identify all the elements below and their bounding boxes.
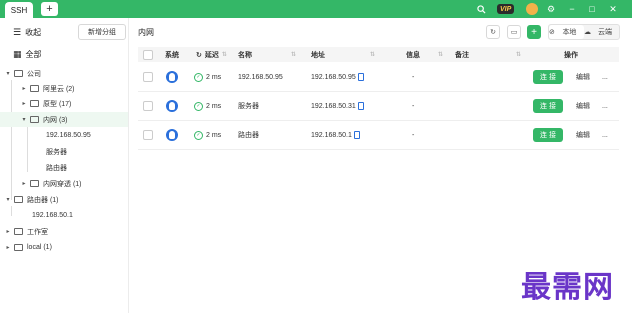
row-checkbox[interactable] [143, 101, 153, 111]
sort-icon[interactable]: ⇅ [513, 47, 521, 62]
col-actions: 操作 [564, 51, 578, 59]
more-menu[interactable]: ... [602, 63, 608, 91]
row-checkbox[interactable] [143, 72, 153, 82]
col-latency[interactable]: ↻ 延迟 ⇅ [196, 47, 227, 62]
table-row[interactable]: ✓ 2 ms 路由器 192.168.50.1 - 连 接 编辑 ... [138, 121, 619, 150]
host-name: 路由器 [238, 132, 259, 139]
check-circle-icon: ✓ [194, 101, 203, 111]
tree-host-item[interactable]: 192.168.50.1 [0, 208, 128, 223]
edit-link[interactable]: 编辑 [576, 92, 590, 120]
more-menu[interactable]: ... [602, 121, 608, 149]
host-name: 服务器 [238, 103, 259, 110]
col-note: 备注 [455, 51, 469, 59]
col-system: 系统 [165, 51, 179, 59]
tree-host-item[interactable]: 路由器 [0, 160, 128, 175]
tree-item-local[interactable]: ▸ local (1) [0, 240, 128, 255]
copy-icon[interactable] [357, 73, 364, 81]
sort-icon: ⇅ [221, 52, 227, 58]
connect-button[interactable]: 连 接 [533, 128, 563, 142]
table-row[interactable]: ✓ 2 ms 服务器 192.168.50.31 - 连 接 编辑 ... [138, 92, 619, 121]
search-icon[interactable] [475, 2, 487, 16]
tree-item-studio[interactable]: ▸ 工作室 [0, 224, 128, 239]
folder-icon [14, 70, 23, 77]
tree-item-company[interactable]: ▾ 公司 [0, 66, 128, 81]
tree-item-intranet[interactable]: ▾ 内网 (3) [0, 112, 128, 127]
refresh-icon: ↻ [196, 51, 202, 59]
select-all-checkbox[interactable] [143, 47, 153, 62]
table-header: 系统 ↻ 延迟 ⇅ 名称 ⇅ 地址 ⇅ 信息 ⇅ 备注 ⇅ 操作 [138, 47, 619, 62]
connect-button[interactable]: 连 接 [533, 70, 563, 84]
avatar[interactable] [526, 3, 538, 15]
watermark: 最需网 [521, 270, 614, 305]
folder-icon [30, 100, 39, 107]
collapse-label: 收起 [25, 28, 42, 37]
breadcrumb: 内网 [138, 28, 154, 37]
local-view-tab[interactable]: ⊘ 本地 [549, 25, 584, 39]
tree-item-router-group[interactable]: ▾ 路由器 (1) [0, 192, 128, 207]
minimize-button[interactable]: − [566, 2, 578, 16]
tree-item-aliyun[interactable]: ▸ 阿里云 (2) [0, 81, 128, 96]
folder-icon [30, 85, 39, 92]
list-icon: ☰ [13, 27, 22, 37]
folder-icon [30, 180, 39, 187]
linux-os-icon [166, 129, 178, 141]
new-group-button[interactable]: 新增分组 [78, 24, 126, 40]
linux-os-icon [166, 71, 178, 83]
sort-icon[interactable]: ⇅ [288, 47, 296, 62]
host-name: 192.168.50.95 [238, 73, 283, 81]
vip-badge[interactable]: VIP [497, 4, 515, 14]
check-circle-icon: ✓ [194, 72, 203, 82]
copy-icon[interactable] [353, 131, 360, 139]
copy-icon[interactable] [357, 102, 364, 110]
sort-icon[interactable]: ⇅ [367, 47, 375, 62]
folder-icon [14, 196, 23, 203]
more-menu[interactable]: ... [602, 92, 608, 120]
folder-icon [30, 116, 39, 123]
gear-icon[interactable]: ⚙ [545, 2, 557, 16]
collapse-toggle[interactable]: ☰ 收起 [13, 27, 41, 38]
all-hosts-item[interactable]: ▦ 全部 [13, 49, 42, 60]
folder-icon [14, 244, 23, 251]
view-toggle: ⊘ 本地 ☁ 云端 [548, 24, 620, 40]
close-button[interactable]: ✕ [607, 2, 619, 16]
terminal-icon[interactable]: ▭ [507, 25, 521, 39]
folder-icon [14, 228, 23, 235]
edit-link[interactable]: 编辑 [576, 121, 590, 149]
table-row[interactable]: ✓ 2 ms 192.168.50.95 192.168.50.95 - 连 接 … [138, 63, 619, 92]
linux-os-icon [166, 100, 178, 112]
check-circle-icon: ✓ [194, 130, 203, 140]
col-info: 信息 [406, 51, 420, 59]
grid-icon: ▦ [13, 49, 22, 59]
cloud-view-tab[interactable]: ☁ 云端 [584, 25, 619, 39]
add-tab-button[interactable]: + [41, 2, 58, 16]
maximize-button[interactable]: □ [586, 2, 598, 16]
sort-icon[interactable]: ⇅ [435, 47, 443, 62]
tab-ssh[interactable]: SSH [5, 2, 33, 18]
refresh-icon[interactable]: ↻ [486, 25, 500, 39]
col-address: 地址 [311, 51, 325, 59]
tree-host-item[interactable]: 服务器 [0, 144, 128, 159]
row-checkbox[interactable] [143, 130, 153, 140]
title-bar: SSH + VIP ⚙ − □ ✕ [0, 0, 632, 18]
all-label: 全部 [25, 50, 42, 59]
edit-link[interactable]: 编辑 [576, 63, 590, 91]
connect-button[interactable]: 连 接 [533, 99, 563, 113]
tree-item-prototype[interactable]: ▸ 原型 (17) [0, 96, 128, 111]
sidebar: ☰ 收起 新增分组 ▦ 全部 ▾ 公司 ▸ 阿里云 (2) ▸ 原型 (17) … [0, 18, 129, 313]
tree-item-tunnel[interactable]: ▸ 内网穿透 (1) [0, 176, 128, 191]
add-host-button[interactable]: + [527, 25, 541, 39]
tree-host-item[interactable]: 192.168.50.95 [0, 128, 128, 143]
